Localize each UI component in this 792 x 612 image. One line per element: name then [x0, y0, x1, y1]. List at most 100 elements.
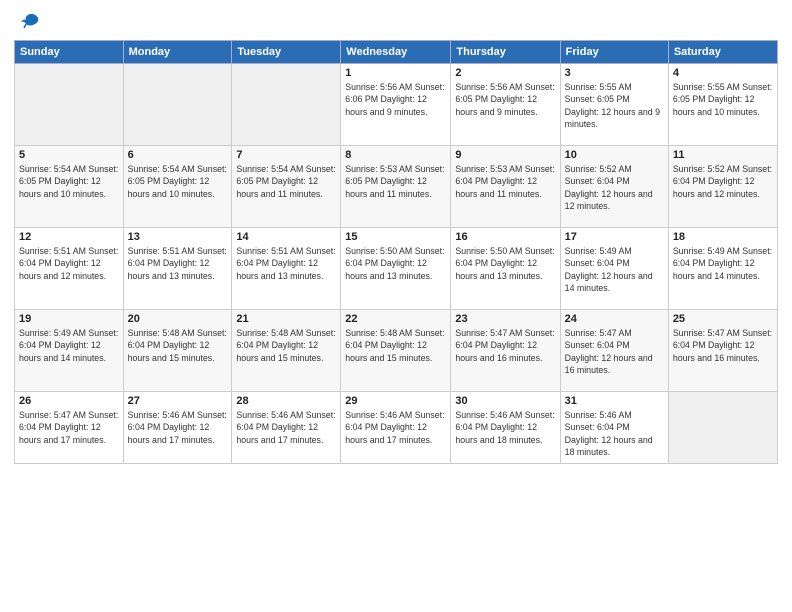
day-number: 31	[565, 395, 664, 407]
calendar-cell: 27 Sunrise: 5:46 AM Sunset: 6:04 PM Dayli…	[123, 392, 232, 464]
day-header-sunday: Sunday	[15, 41, 124, 64]
day-info: Sunrise: 5:54 AM Sunset: 6:05 PM Dayligh…	[19, 163, 119, 200]
logo	[14, 10, 42, 34]
day-number: 20	[128, 313, 228, 325]
calendar-cell	[668, 392, 777, 464]
calendar-cell: 26 Sunrise: 5:47 AM Sunset: 6:04 PM Dayli…	[15, 392, 124, 464]
day-number: 25	[673, 313, 773, 325]
day-info: Sunrise: 5:47 AM Sunset: 6:04 PM Dayligh…	[19, 409, 119, 446]
day-header-wednesday: Wednesday	[341, 41, 451, 64]
logo-bird-icon	[18, 10, 42, 34]
header	[14, 10, 778, 34]
day-number: 30	[455, 395, 555, 407]
day-number: 23	[455, 313, 555, 325]
day-info: Sunrise: 5:52 AM Sunset: 6:04 PM Dayligh…	[565, 163, 664, 212]
day-number: 11	[673, 149, 773, 161]
day-info: Sunrise: 5:47 AM Sunset: 6:04 PM Dayligh…	[565, 327, 664, 376]
day-info: Sunrise: 5:49 AM Sunset: 6:04 PM Dayligh…	[673, 245, 773, 282]
week-row-2: 5 Sunrise: 5:54 AM Sunset: 6:05 PM Daylig…	[15, 146, 778, 228]
day-info: Sunrise: 5:46 AM Sunset: 6:04 PM Dayligh…	[236, 409, 336, 446]
calendar-cell: 16 Sunrise: 5:50 AM Sunset: 6:04 PM Dayli…	[451, 228, 560, 310]
calendar-cell: 24 Sunrise: 5:47 AM Sunset: 6:04 PM Dayli…	[560, 310, 668, 392]
calendar-cell: 14 Sunrise: 5:51 AM Sunset: 6:04 PM Dayli…	[232, 228, 341, 310]
day-number: 12	[19, 231, 119, 243]
day-info: Sunrise: 5:51 AM Sunset: 6:04 PM Dayligh…	[236, 245, 336, 282]
day-info: Sunrise: 5:51 AM Sunset: 6:04 PM Dayligh…	[128, 245, 228, 282]
calendar-cell: 9Sunrise: 5:53 AM Sunset: 6:04 PM Daylig…	[451, 146, 560, 228]
week-row-4: 19Sunrise: 5:49 AM Sunset: 6:04 PM Dayli…	[15, 310, 778, 392]
calendar-cell: 25 Sunrise: 5:47 AM Sunset: 6:04 PM Dayli…	[668, 310, 777, 392]
day-info: Sunrise: 5:47 AM Sunset: 6:04 PM Dayligh…	[455, 327, 555, 364]
day-info: Sunrise: 5:46 AM Sunset: 6:04 PM Dayligh…	[565, 409, 664, 458]
calendar-cell: 7 Sunrise: 5:54 AM Sunset: 6:05 PM Daylig…	[232, 146, 341, 228]
day-number: 1	[345, 67, 446, 79]
day-info: Sunrise: 5:54 AM Sunset: 6:05 PM Dayligh…	[236, 163, 336, 200]
week-row-5: 26 Sunrise: 5:47 AM Sunset: 6:04 PM Dayli…	[15, 392, 778, 464]
calendar-cell: 29 Sunrise: 5:46 AM Sunset: 6:04 PM Dayli…	[341, 392, 451, 464]
day-info: Sunrise: 5:51 AM Sunset: 6:04 PM Dayligh…	[19, 245, 119, 282]
day-header-friday: Friday	[560, 41, 668, 64]
calendar-cell: 20 Sunrise: 5:48 AM Sunset: 6:04 PM Dayli…	[123, 310, 232, 392]
calendar-cell: 18 Sunrise: 5:49 AM Sunset: 6:04 PM Dayli…	[668, 228, 777, 310]
calendar-cell: 3Sunrise: 5:55 AM Sunset: 6:05 PM Daylig…	[560, 64, 668, 146]
day-number: 7	[236, 149, 336, 161]
day-number: 24	[565, 313, 664, 325]
day-info: Sunrise: 5:47 AM Sunset: 6:04 PM Dayligh…	[673, 327, 773, 364]
day-info: Sunrise: 5:48 AM Sunset: 6:04 PM Dayligh…	[236, 327, 336, 364]
calendar-cell: 21Sunrise: 5:48 AM Sunset: 6:04 PM Dayli…	[232, 310, 341, 392]
calendar-cell: 1Sunrise: 5:56 AM Sunset: 6:06 PM Daylig…	[341, 64, 451, 146]
day-number: 17	[565, 231, 664, 243]
calendar-cell: 22 Sunrise: 5:48 AM Sunset: 6:04 PM Dayli…	[341, 310, 451, 392]
calendar-cell: 8 Sunrise: 5:53 AM Sunset: 6:05 PM Daylig…	[341, 146, 451, 228]
calendar-table: SundayMondayTuesdayWednesdayThursdayFrid…	[14, 40, 778, 464]
calendar-cell: 23 Sunrise: 5:47 AM Sunset: 6:04 PM Dayli…	[451, 310, 560, 392]
day-info: Sunrise: 5:48 AM Sunset: 6:04 PM Dayligh…	[345, 327, 446, 364]
day-info: Sunrise: 5:46 AM Sunset: 6:04 PM Dayligh…	[128, 409, 228, 446]
week-row-3: 12 Sunrise: 5:51 AM Sunset: 6:04 PM Dayli…	[15, 228, 778, 310]
day-info: Sunrise: 5:46 AM Sunset: 6:04 PM Dayligh…	[455, 409, 555, 446]
day-number: 29	[345, 395, 446, 407]
calendar-cell: 12 Sunrise: 5:51 AM Sunset: 6:04 PM Dayli…	[15, 228, 124, 310]
day-number: 8	[345, 149, 446, 161]
day-number: 16	[455, 231, 555, 243]
day-number: 18	[673, 231, 773, 243]
calendar-cell: 11 Sunrise: 5:52 AM Sunset: 6:04 PM Dayli…	[668, 146, 777, 228]
calendar-cell: 28 Sunrise: 5:46 AM Sunset: 6:04 PM Dayli…	[232, 392, 341, 464]
day-info: Sunrise: 5:48 AM Sunset: 6:04 PM Dayligh…	[128, 327, 228, 364]
day-number: 28	[236, 395, 336, 407]
day-number: 15	[345, 231, 446, 243]
day-number: 22	[345, 313, 446, 325]
day-info: Sunrise: 5:52 AM Sunset: 6:04 PM Dayligh…	[673, 163, 773, 200]
day-info: Sunrise: 5:53 AM Sunset: 6:05 PM Dayligh…	[345, 163, 446, 200]
day-number: 6	[128, 149, 228, 161]
calendar-page: SundayMondayTuesdayWednesdayThursdayFrid…	[0, 0, 792, 612]
day-number: 9	[455, 149, 555, 161]
day-header-thursday: Thursday	[451, 41, 560, 64]
calendar-cell	[15, 64, 124, 146]
calendar-cell: 19Sunrise: 5:49 AM Sunset: 6:04 PM Dayli…	[15, 310, 124, 392]
calendar-cell: 31 Sunrise: 5:46 AM Sunset: 6:04 PM Dayli…	[560, 392, 668, 464]
day-info: Sunrise: 5:56 AM Sunset: 6:05 PM Dayligh…	[455, 81, 555, 118]
day-number: 26	[19, 395, 119, 407]
day-info: Sunrise: 5:50 AM Sunset: 6:04 PM Dayligh…	[345, 245, 446, 282]
day-info: Sunrise: 5:49 AM Sunset: 6:04 PM Dayligh…	[565, 245, 664, 294]
day-header-tuesday: Tuesday	[232, 41, 341, 64]
calendar-header-row: SundayMondayTuesdayWednesdayThursdayFrid…	[15, 41, 778, 64]
day-number: 14	[236, 231, 336, 243]
day-number: 27	[128, 395, 228, 407]
calendar-cell: 6Sunrise: 5:54 AM Sunset: 6:05 PM Daylig…	[123, 146, 232, 228]
day-number: 10	[565, 149, 664, 161]
calendar-cell	[232, 64, 341, 146]
day-info: Sunrise: 5:46 AM Sunset: 6:04 PM Dayligh…	[345, 409, 446, 446]
day-number: 19	[19, 313, 119, 325]
day-number: 5	[19, 149, 119, 161]
day-header-monday: Monday	[123, 41, 232, 64]
day-number: 13	[128, 231, 228, 243]
day-number: 3	[565, 67, 664, 79]
calendar-cell	[123, 64, 232, 146]
calendar-cell: 13 Sunrise: 5:51 AM Sunset: 6:04 PM Dayli…	[123, 228, 232, 310]
calendar-cell: 10 Sunrise: 5:52 AM Sunset: 6:04 PM Dayli…	[560, 146, 668, 228]
day-number: 2	[455, 67, 555, 79]
day-info: Sunrise: 5:50 AM Sunset: 6:04 PM Dayligh…	[455, 245, 555, 282]
day-header-saturday: Saturday	[668, 41, 777, 64]
